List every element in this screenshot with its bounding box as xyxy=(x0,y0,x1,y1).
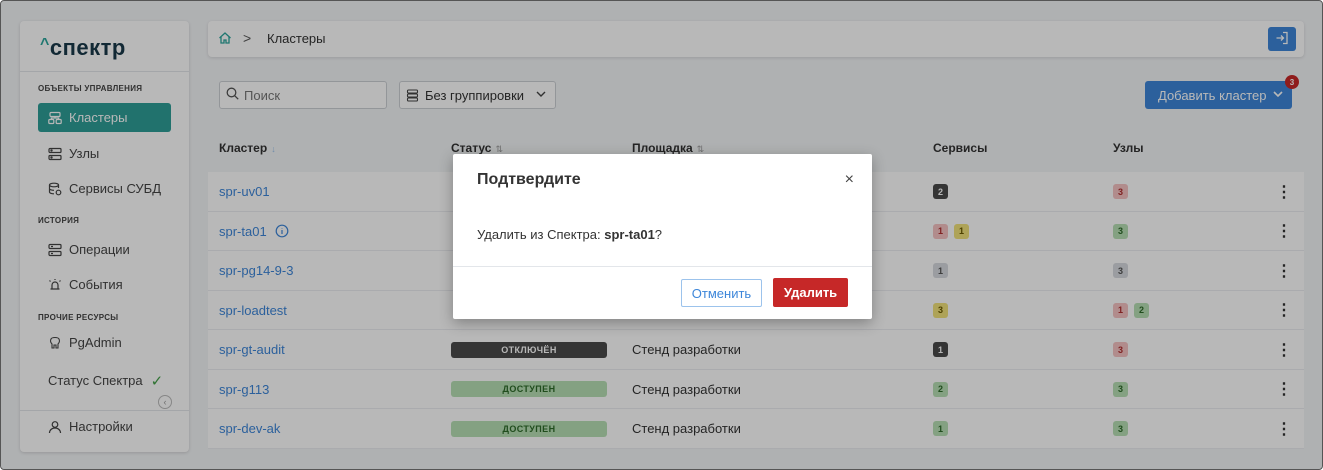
app-window: ^спектр ОБЪЕКТЫ УПРАВЛЕНИЯ Кластеры Узлы… xyxy=(0,0,1323,470)
dialog-target: spr-ta01 xyxy=(604,227,655,242)
confirm-dialog: Подтвердите × Удалить из Спектра: spr-ta… xyxy=(453,154,872,319)
dialog-message: Удалить из Спектра: spr-ta01? xyxy=(477,227,663,242)
cancel-button[interactable]: Отменить xyxy=(681,279,762,307)
delete-button[interactable]: Удалить xyxy=(773,278,848,307)
close-icon[interactable]: × xyxy=(845,171,854,189)
dialog-title: Подтвердите xyxy=(477,171,581,188)
divider xyxy=(453,266,872,267)
